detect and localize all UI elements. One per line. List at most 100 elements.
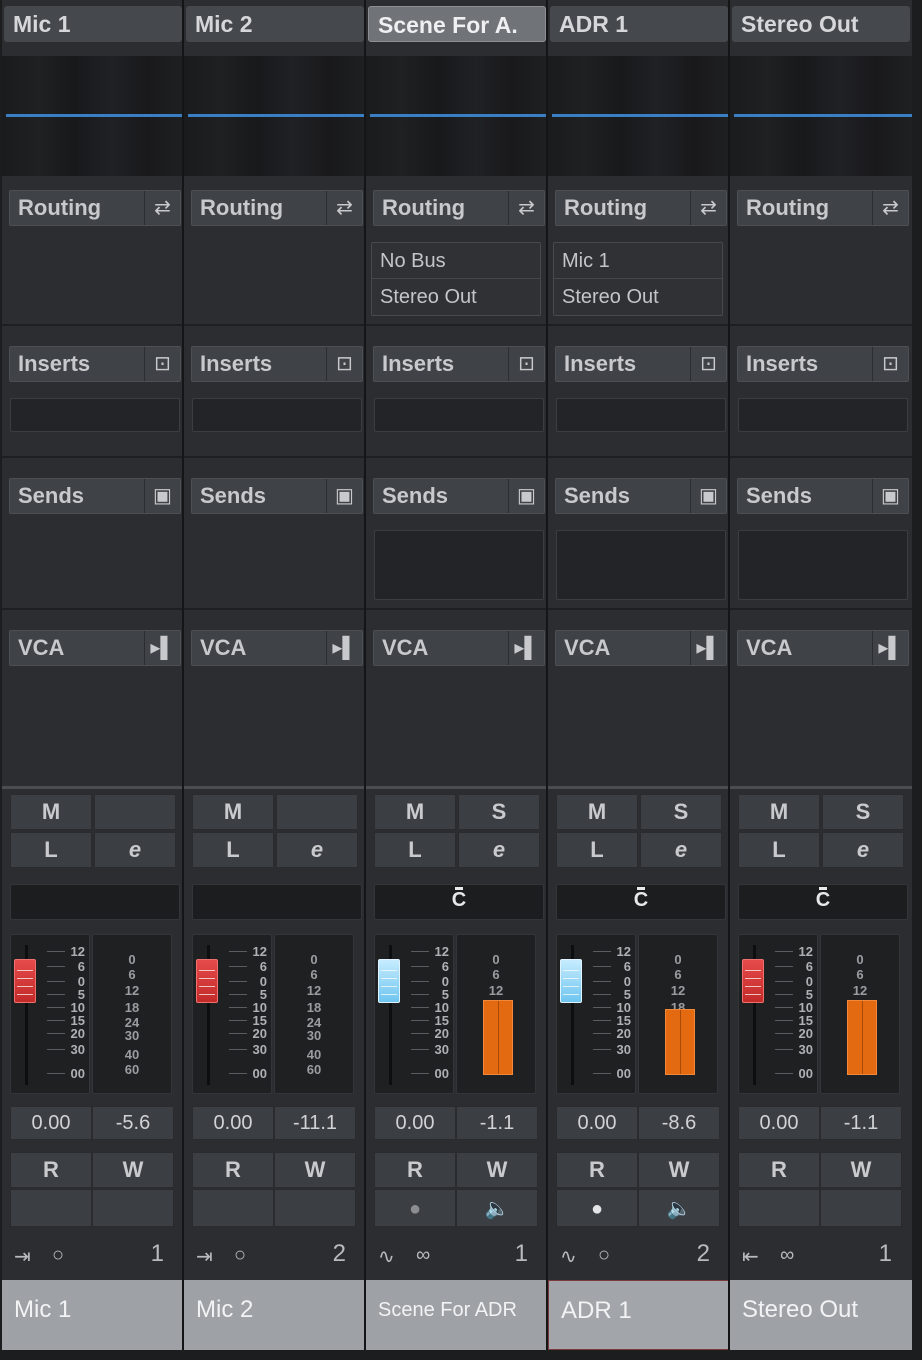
- inserts-header[interactable]: Inserts ⊡: [737, 346, 909, 382]
- channel-name[interactable]: Scene For ADR: [366, 1280, 548, 1350]
- pan-control[interactable]: C: [374, 884, 544, 920]
- mono-icon[interactable]: ○: [598, 1244, 610, 1267]
- vca-icon[interactable]: ▸▌: [144, 631, 180, 665]
- vca-header[interactable]: VCA ▸▌: [555, 630, 727, 666]
- route-item[interactable]: No Bus: [372, 243, 540, 279]
- output-icon[interactable]: ⇤: [742, 1244, 759, 1269]
- insert-slot[interactable]: [192, 398, 362, 432]
- listen-button[interactable]: L: [374, 832, 456, 868]
- routing-icon[interactable]: ⇄: [326, 191, 362, 225]
- fader-level-value[interactable]: 0.00: [374, 1106, 456, 1140]
- channel-title[interactable]: Scene For A.: [368, 6, 546, 42]
- meter-peak-value[interactable]: -11.1: [274, 1106, 356, 1140]
- insert-slot[interactable]: [738, 398, 908, 432]
- routing-icon[interactable]: ⇄: [508, 191, 544, 225]
- meter-peak-value[interactable]: -5.6: [92, 1106, 174, 1140]
- inserts-icon[interactable]: ⊡: [872, 347, 908, 381]
- write-automation-button[interactable]: W: [274, 1152, 356, 1188]
- channel-title[interactable]: Mic 1: [4, 6, 182, 42]
- sends-header[interactable]: Sends ▣: [191, 478, 363, 514]
- route-item[interactable]: Stereo Out: [554, 279, 722, 315]
- solo-button[interactable]: [94, 794, 176, 830]
- meter-peak-value[interactable]: -8.6: [638, 1106, 720, 1140]
- mute-button[interactable]: M: [738, 794, 820, 830]
- solo-button[interactable]: [276, 794, 358, 830]
- routing-icon[interactable]: ⇄: [144, 191, 180, 225]
- sends-icon[interactable]: ▣: [144, 479, 180, 513]
- read-automation-button[interactable]: R: [556, 1152, 638, 1188]
- channel-name[interactable]: Mic 1: [2, 1280, 184, 1350]
- listen-button[interactable]: L: [192, 832, 274, 868]
- sends-header[interactable]: Sends ▣: [737, 478, 909, 514]
- record-arm-button[interactable]: [192, 1189, 274, 1227]
- edit-button[interactable]: e: [276, 832, 358, 868]
- waveform-icon[interactable]: ∿: [378, 1244, 395, 1269]
- listen-button[interactable]: L: [738, 832, 820, 868]
- route-item[interactable]: Stereo Out: [372, 279, 540, 315]
- channel-name[interactable]: Mic 2: [184, 1280, 366, 1350]
- monitor-button[interactable]: 🔈: [456, 1189, 538, 1227]
- inserts-icon[interactable]: ⊡: [508, 347, 544, 381]
- edit-button[interactable]: e: [640, 832, 722, 868]
- record-arm-button[interactable]: ●: [556, 1189, 638, 1227]
- fader-handle[interactable]: [742, 959, 764, 1003]
- edit-button[interactable]: e: [822, 832, 904, 868]
- insert-slot[interactable]: [556, 398, 726, 432]
- vca-icon[interactable]: ▸▌: [326, 631, 362, 665]
- vca-header[interactable]: VCA ▸▌: [9, 630, 181, 666]
- sends-icon[interactable]: ▣: [690, 479, 726, 513]
- insert-slot[interactable]: [374, 398, 544, 432]
- inserts-icon[interactable]: ⊡: [326, 347, 362, 381]
- stereo-icon[interactable]: ∞: [416, 1244, 430, 1267]
- fader-level-value[interactable]: 0.00: [556, 1106, 638, 1140]
- write-automation-button[interactable]: W: [92, 1152, 174, 1188]
- monitor-button[interactable]: 🔈: [638, 1189, 720, 1227]
- meter-peak-value[interactable]: -1.1: [456, 1106, 538, 1140]
- fader-handle[interactable]: [196, 959, 218, 1003]
- monitor-button[interactable]: [274, 1189, 356, 1227]
- channel-name[interactable]: ADR 1: [548, 1280, 730, 1350]
- solo-button[interactable]: S: [458, 794, 540, 830]
- vca-icon[interactable]: ▸▌: [508, 631, 544, 665]
- mute-button[interactable]: M: [556, 794, 638, 830]
- routing-icon[interactable]: ⇄: [872, 191, 908, 225]
- send-slot[interactable]: [374, 530, 544, 600]
- send-slot[interactable]: [556, 530, 726, 600]
- route-item[interactable]: Mic 1: [554, 243, 722, 279]
- stereo-icon[interactable]: ∞: [780, 1244, 794, 1267]
- read-automation-button[interactable]: R: [192, 1152, 274, 1188]
- inserts-header[interactable]: Inserts ⊡: [373, 346, 545, 382]
- read-automation-button[interactable]: R: [738, 1152, 820, 1188]
- volume-fader[interactable]: 12 6 0 5 10 15 20 30 00: [738, 934, 818, 1094]
- input-icon[interactable]: ⇥: [196, 1244, 213, 1269]
- listen-button[interactable]: L: [10, 832, 92, 868]
- inserts-icon[interactable]: ⊡: [690, 347, 726, 381]
- inserts-header[interactable]: Inserts ⊡: [555, 346, 727, 382]
- fader-handle[interactable]: [560, 959, 582, 1003]
- fader-handle[interactable]: [378, 959, 400, 1003]
- vca-icon[interactable]: ▸▌: [690, 631, 726, 665]
- waveform-icon[interactable]: ∿: [560, 1244, 577, 1269]
- sends-icon[interactable]: ▣: [508, 479, 544, 513]
- solo-button[interactable]: S: [822, 794, 904, 830]
- sends-header[interactable]: Sends ▣: [555, 478, 727, 514]
- read-automation-button[interactable]: R: [10, 1152, 92, 1188]
- vca-icon[interactable]: ▸▌: [872, 631, 908, 665]
- pan-control[interactable]: C: [738, 884, 908, 920]
- mute-button[interactable]: M: [10, 794, 92, 830]
- sends-icon[interactable]: ▣: [326, 479, 362, 513]
- sends-icon[interactable]: ▣: [872, 479, 908, 513]
- channel-title[interactable]: ADR 1: [550, 6, 728, 42]
- mute-button[interactable]: M: [192, 794, 274, 830]
- sends-header[interactable]: Sends ▣: [373, 478, 545, 514]
- routing-header[interactable]: Routing ⇄: [373, 190, 545, 226]
- edit-button[interactable]: e: [94, 832, 176, 868]
- mono-icon[interactable]: ○: [234, 1244, 246, 1267]
- pan-control[interactable]: C: [556, 884, 726, 920]
- mute-button[interactable]: M: [374, 794, 456, 830]
- vca-header[interactable]: VCA ▸▌: [737, 630, 909, 666]
- record-arm-button[interactable]: [738, 1189, 820, 1227]
- channel-name[interactable]: Stereo Out: [730, 1280, 912, 1350]
- record-arm-button[interactable]: ●: [374, 1189, 456, 1227]
- fader-level-value[interactable]: 0.00: [192, 1106, 274, 1140]
